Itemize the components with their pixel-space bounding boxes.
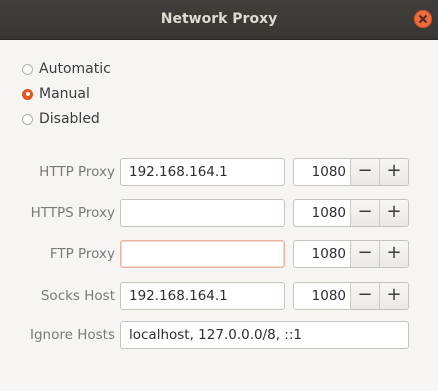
ftp-proxy-port-spinner: 1080 − + xyxy=(293,240,409,268)
https-port-increment-button[interactable]: + xyxy=(379,200,408,226)
https-proxy-port-spinner: 1080 − + xyxy=(293,199,409,227)
network-proxy-dialog: Network Proxy Automatic Manual Disabled … xyxy=(0,0,438,391)
ftp-proxy-host-input[interactable] xyxy=(120,240,285,268)
http-port-decrement-button[interactable]: − xyxy=(350,159,379,185)
http-proxy-label: HTTP Proxy xyxy=(39,164,115,180)
radio-disabled[interactable]: Disabled xyxy=(22,110,100,128)
https-proxy-host-input[interactable] xyxy=(120,199,285,227)
http-proxy-host-input[interactable]: 192.168.164.1 xyxy=(120,158,285,186)
close-icon[interactable] xyxy=(414,10,432,28)
socks-host-input[interactable]: 192.168.164.1 xyxy=(120,282,285,310)
radio-automatic[interactable]: Automatic xyxy=(22,60,111,78)
http-port-increment-button[interactable]: + xyxy=(379,159,408,185)
socks-port-decrement-button[interactable]: − xyxy=(350,283,379,309)
socks-port-spinner: 1080 − + xyxy=(293,282,409,310)
radio-disabled-label: Disabled xyxy=(39,111,100,127)
http-proxy-port-input[interactable]: 1080 xyxy=(294,159,350,185)
socks-port-input[interactable]: 1080 xyxy=(294,283,350,309)
http-proxy-port-spinner: 1080 − + xyxy=(293,158,409,186)
socks-port-increment-button[interactable]: + xyxy=(379,283,408,309)
radio-manual-indicator[interactable] xyxy=(22,88,33,100)
ftp-proxy-label: FTP Proxy xyxy=(49,246,115,262)
radio-manual[interactable]: Manual xyxy=(22,85,90,103)
ftp-port-decrement-button[interactable]: − xyxy=(350,241,379,267)
radio-automatic-indicator[interactable] xyxy=(22,63,33,75)
radio-automatic-label: Automatic xyxy=(39,61,111,77)
ftp-proxy-port-input[interactable]: 1080 xyxy=(294,241,350,267)
title-bar[interactable]: Network Proxy xyxy=(0,0,438,40)
ignore-hosts-input[interactable]: localhost, 127.0.0.0/8, ::1 xyxy=(120,321,409,349)
https-proxy-port-input[interactable]: 1080 xyxy=(294,200,350,226)
ignore-hosts-label: Ignore Hosts xyxy=(30,327,115,343)
https-port-decrement-button[interactable]: − xyxy=(350,200,379,226)
window-title: Network Proxy xyxy=(160,11,278,27)
ftp-port-increment-button[interactable]: + xyxy=(379,241,408,267)
socks-host-label: Socks Host xyxy=(40,288,115,304)
radio-manual-label: Manual xyxy=(39,86,90,102)
radio-disabled-indicator[interactable] xyxy=(22,113,33,125)
https-proxy-label: HTTPS Proxy xyxy=(30,205,115,221)
